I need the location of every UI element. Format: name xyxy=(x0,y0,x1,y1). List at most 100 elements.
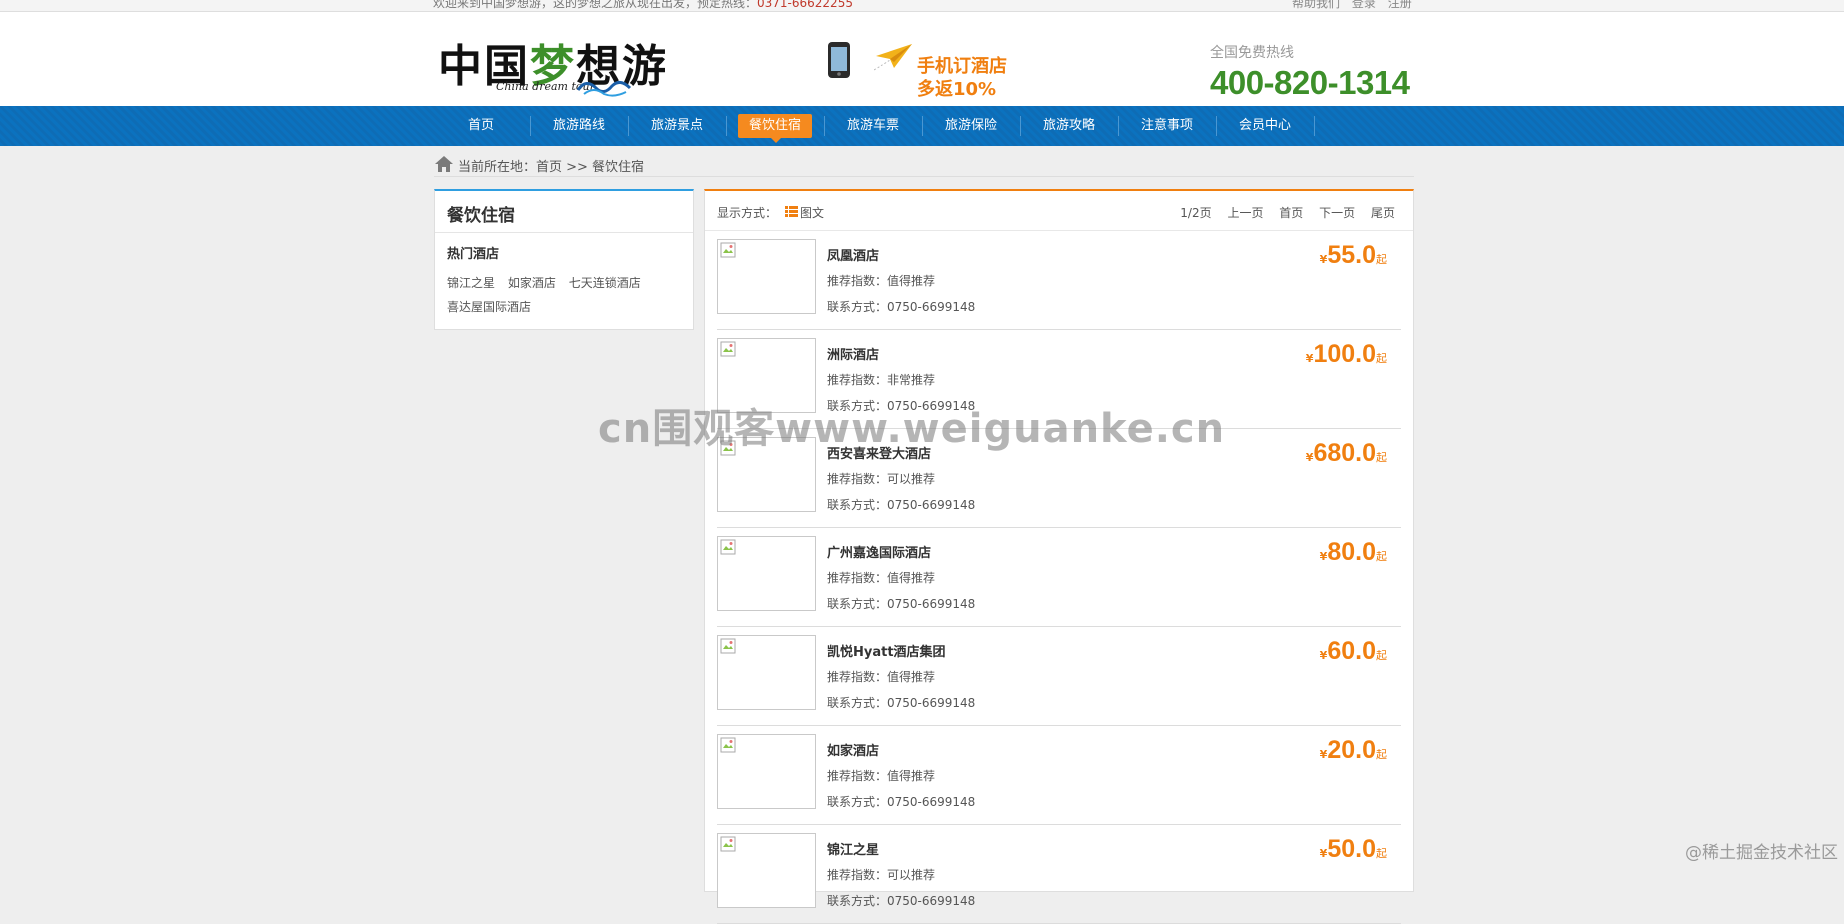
price-suffix: 起 xyxy=(1376,352,1387,365)
hot-hotel-link[interactable]: 如家酒店 xyxy=(508,276,556,290)
wave-icon xyxy=(576,81,632,97)
breadcrumb: 当前所在地：首页 >> 餐饮住宿 xyxy=(434,154,1414,177)
last-page-link[interactable]: 尾页 xyxy=(1371,206,1395,220)
price-suffix: 起 xyxy=(1376,550,1387,563)
nav-tickets-label: 旅游车票 xyxy=(846,118,899,133)
price-amount: 80.0 xyxy=(1327,538,1376,566)
hot-hotel-link[interactable]: 锦江之星 xyxy=(447,276,495,290)
hotel-name[interactable]: 凯悦Hyatt酒店集团 xyxy=(827,641,946,660)
hotel-price: ¥20.0起 xyxy=(1320,736,1387,765)
hotel-rating: 推荐指数：值得推荐 xyxy=(827,670,936,684)
mobile-booking-promo[interactable]: 手机订酒店 多返10% xyxy=(826,38,1026,100)
nav-divider xyxy=(1216,116,1217,136)
nav-active-pill: 餐饮住宿 xyxy=(738,114,812,143)
hotline-label: 全国免费热线 xyxy=(1210,45,1294,61)
nav-notes-label: 注意事项 xyxy=(1140,118,1193,133)
nav-member-center-label: 会员中心 xyxy=(1238,118,1291,133)
nav-insurance[interactable]: 旅游保险 xyxy=(934,106,1008,146)
hotel-price: ¥55.0起 xyxy=(1320,241,1387,270)
sidebar-title: 餐饮住宿 xyxy=(447,206,515,226)
hotel-name[interactable]: 如家酒店 xyxy=(827,740,879,759)
booking-phone: 0371-66622255 xyxy=(757,0,853,10)
price-amount: 55.0 xyxy=(1327,241,1376,269)
hotel-contact: 联系方式：0750-6699148 xyxy=(827,300,976,314)
nav-dining-lodging[interactable]: 餐饮住宿 xyxy=(738,106,812,146)
price-amount: 680.0 xyxy=(1313,439,1376,467)
hotel-thumbnail[interactable] xyxy=(717,239,816,314)
top-link-register[interactable]: 注册 xyxy=(1388,0,1412,10)
broken-image-icon xyxy=(720,638,736,654)
next-page-link[interactable]: 下一页 xyxy=(1319,206,1355,220)
nav-divider xyxy=(1314,116,1315,136)
nav-home-label: 首页 xyxy=(467,118,494,133)
welcome-message: 欢迎来到中国梦想游，这的梦想之旅从现在出发，预定热线： xyxy=(433,0,758,10)
broken-image-icon xyxy=(720,539,736,555)
hotel-rating: 推荐指数：非常推荐 xyxy=(827,373,936,387)
nav-dining-lodging-label: 餐饮住宿 xyxy=(748,118,801,133)
hotel-list-panel: 显示方式： 图文 1/2页 上一页 首页 下一页 尾页 凤凰酒店 推荐指数：值得… xyxy=(704,189,1414,924)
price-amount: 100.0 xyxy=(1313,340,1376,368)
price-suffix: 起 xyxy=(1376,748,1387,761)
display-mode-image-text[interactable]: 图文 xyxy=(800,204,824,221)
nav-divider xyxy=(1020,116,1021,136)
list-toolbar: 显示方式： 图文 1/2页 上一页 首页 下一页 尾页 xyxy=(705,191,1413,231)
site-header: 中国梦想游 China dream tour 手机订酒店 多返10% 全国免费热… xyxy=(0,12,1844,106)
hotel-name[interactable]: 凤凰酒店 xyxy=(827,245,879,264)
hotel-thumbnail[interactable] xyxy=(717,536,816,611)
hotel-name[interactable]: 洲际酒店 xyxy=(827,344,879,363)
nav-routes[interactable]: 旅游路线 xyxy=(542,106,616,146)
top-link-help[interactable]: 帮助我们 xyxy=(1292,0,1340,10)
sidebar: 餐饮住宿 热门酒店 锦江之星 如家酒店 七天连锁酒店 喜达屋国际酒店 xyxy=(434,189,694,330)
home-icon xyxy=(435,156,453,172)
hotel-row: 锦江之星 推荐指数：可以推荐 联系方式：0750-6699148 ¥50.0起 xyxy=(717,825,1401,924)
hotel-rating: 推荐指数：可以推荐 xyxy=(827,868,936,882)
hotel-rating: 推荐指数：可以推荐 xyxy=(827,472,936,486)
hotel-row: 广州嘉逸国际酒店 推荐指数：值得推荐 联系方式：0750-6699148 ¥80… xyxy=(717,528,1401,627)
nav-notes[interactable]: 注意事项 xyxy=(1130,106,1204,146)
pager: 1/2页 上一页 首页 下一页 尾页 xyxy=(1168,204,1395,221)
breadcrumb-text[interactable]: 当前所在地：首页 >> 餐饮住宿 xyxy=(458,156,644,175)
list-view-icon[interactable] xyxy=(785,206,798,217)
nav-divider xyxy=(530,116,531,136)
welcome-text: 欢迎来到中国梦想游，这的梦想之旅从现在出发，预定热线：0371-66622255 xyxy=(433,0,853,11)
broken-image-icon xyxy=(720,242,736,258)
nav-member-center[interactable]: 会员中心 xyxy=(1228,106,1302,146)
hot-hotel-link[interactable]: 七天连锁酒店 xyxy=(569,276,641,290)
page-indicator: 1/2页 xyxy=(1180,206,1212,220)
first-page-link[interactable]: 首页 xyxy=(1279,206,1303,220)
top-link-login[interactable]: 登录 xyxy=(1352,0,1376,10)
sidebar-divider xyxy=(435,232,693,233)
hotel-price: ¥100.0起 xyxy=(1306,340,1387,369)
top-links: 帮助我们 登录 注册 xyxy=(1292,0,1420,11)
hotline: 全国免费热线 400-820-1314 xyxy=(1210,32,1430,102)
hotel-name[interactable]: 广州嘉逸国际酒店 xyxy=(827,542,931,561)
main-nav: 首页 旅游路线 旅游景点 餐饮住宿 旅游车票 旅游保险 旅游攻略 注意事项 会员… xyxy=(0,106,1844,146)
nav-attractions[interactable]: 旅游景点 xyxy=(640,106,714,146)
hotel-thumbnail[interactable] xyxy=(717,635,816,710)
prev-page-link[interactable]: 上一页 xyxy=(1227,206,1263,220)
hotel-thumbnail[interactable] xyxy=(717,734,816,809)
nav-attractions-label: 旅游景点 xyxy=(650,118,703,133)
watermark-text: cn围观客www.weiguanke.cn xyxy=(598,406,1226,452)
hot-hotels-list: 锦江之星 如家酒店 七天连锁酒店 喜达屋国际酒店 xyxy=(447,271,683,319)
price-suffix: 起 xyxy=(1376,847,1387,860)
price-amount: 50.0 xyxy=(1327,835,1376,863)
hot-hotel-link[interactable]: 喜达屋国际酒店 xyxy=(447,300,531,314)
hotel-name[interactable]: 锦江之星 xyxy=(827,839,879,858)
hotel-contact: 联系方式：0750-6699148 xyxy=(827,894,976,908)
site-logo[interactable]: 中国梦想游 China dream tour xyxy=(438,28,666,100)
nav-tickets[interactable]: 旅游车票 xyxy=(836,106,910,146)
mobile-phone-icon xyxy=(828,42,850,78)
hotel-price: ¥60.0起 xyxy=(1320,637,1387,666)
nav-guides-label: 旅游攻略 xyxy=(1042,118,1095,133)
hot-hotels-title: 热门酒店 xyxy=(447,247,500,262)
hotel-contact: 联系方式：0750-6699148 xyxy=(827,795,976,809)
promo-cashback: 多返10% xyxy=(917,79,997,100)
nav-home[interactable]: 首页 xyxy=(444,106,518,146)
hotel-contact: 联系方式：0750-6699148 xyxy=(827,597,976,611)
hotel-rating: 推荐指数：值得推荐 xyxy=(827,769,936,783)
nav-guides[interactable]: 旅游攻略 xyxy=(1032,106,1106,146)
nav-routes-label: 旅游路线 xyxy=(552,118,605,133)
top-strip: 欢迎来到中国梦想游，这的梦想之旅从现在出发，预定热线：0371-66622255… xyxy=(0,0,1844,12)
price-suffix: 起 xyxy=(1376,649,1387,662)
